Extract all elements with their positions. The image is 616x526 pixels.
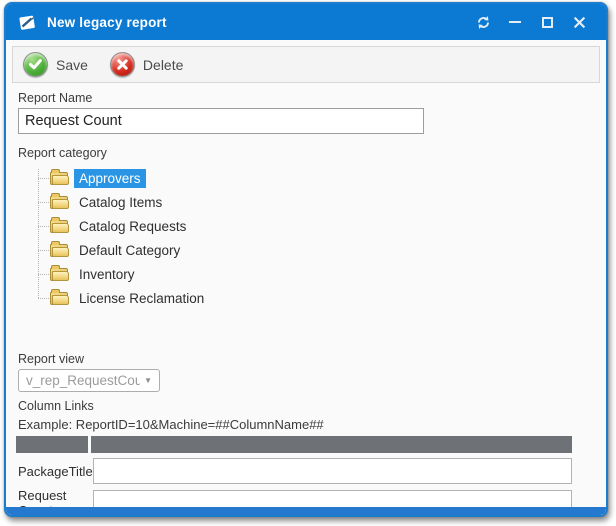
tree-item-inventory[interactable]: Inventory xyxy=(38,262,600,286)
save-button[interactable]: Save xyxy=(23,52,88,77)
folder-icon xyxy=(50,292,68,305)
titlebar[interactable]: New legacy report xyxy=(6,4,606,40)
delete-label: Delete xyxy=(143,57,183,73)
tree-item-catalog-requests[interactable]: Catalog Requests xyxy=(38,214,600,238)
refresh-button[interactable] xyxy=(470,10,496,34)
folder-icon xyxy=(50,196,68,209)
tree-item-license-reclamation[interactable]: License Reclamation xyxy=(38,286,600,310)
close-button[interactable] xyxy=(566,10,592,34)
packagetitle-input[interactable] xyxy=(93,458,572,484)
table-header-cell xyxy=(16,436,88,453)
maximize-icon xyxy=(542,17,553,28)
category-tree: Approvers Catalog Items Catalog Requests… xyxy=(38,166,600,310)
table-row: PackageTitle xyxy=(16,457,572,485)
report-view-label: Report view xyxy=(18,352,600,366)
window-title: New legacy report xyxy=(47,15,167,30)
tree-item-approvers[interactable]: Approvers xyxy=(38,166,600,190)
report-category-label: Report category xyxy=(18,146,600,160)
column-links-example: Example: ReportID=10&Machine=##ColumnNam… xyxy=(18,417,600,432)
tree-item-label: Catalog Requests xyxy=(74,217,191,236)
report-view-value: v_rep_RequestCount xyxy=(26,373,140,388)
tree-item-label: Inventory xyxy=(74,265,140,284)
report-name-input[interactable] xyxy=(18,108,424,134)
table-header-cell xyxy=(91,436,572,453)
note-pencil-icon xyxy=(16,12,38,32)
save-label: Save xyxy=(56,57,88,73)
maximize-button[interactable] xyxy=(534,10,560,34)
folder-icon xyxy=(50,244,68,257)
tree-item-label: License Reclamation xyxy=(74,289,209,308)
chevron-down-icon: ▼ xyxy=(144,376,152,385)
toolbar: Save Delete xyxy=(12,46,600,83)
minimize-icon xyxy=(509,21,521,23)
delete-button[interactable]: Delete xyxy=(110,52,183,77)
folder-icon xyxy=(50,172,68,185)
dialog-content: Report Name Report category Approvers Ca… xyxy=(6,91,606,517)
report-view-select[interactable]: v_rep_RequestCount ▼ xyxy=(18,369,160,392)
minimize-button[interactable] xyxy=(502,10,528,34)
tree-item-label: Catalog Items xyxy=(74,193,167,212)
window-bottom-edge xyxy=(6,507,606,515)
tree-item-default-category[interactable]: Default Category xyxy=(38,238,600,262)
table-header-row xyxy=(16,436,572,453)
tree-item-catalog-items[interactable]: Catalog Items xyxy=(38,190,600,214)
column-links-label: Column Links xyxy=(18,399,600,413)
folder-icon xyxy=(50,268,68,281)
delete-x-icon xyxy=(110,52,135,77)
column-links-table: PackageTitle Request Count xyxy=(16,436,572,517)
tree-item-label: Default Category xyxy=(74,241,185,260)
dialog-window: New legacy report Save xyxy=(4,2,608,517)
folder-icon xyxy=(50,220,68,233)
save-check-icon xyxy=(23,52,48,77)
row-label-packagetitle: PackageTitle xyxy=(16,464,93,479)
close-icon xyxy=(573,16,586,29)
report-name-label: Report Name xyxy=(18,91,600,105)
tree-item-label: Approvers xyxy=(74,169,146,188)
